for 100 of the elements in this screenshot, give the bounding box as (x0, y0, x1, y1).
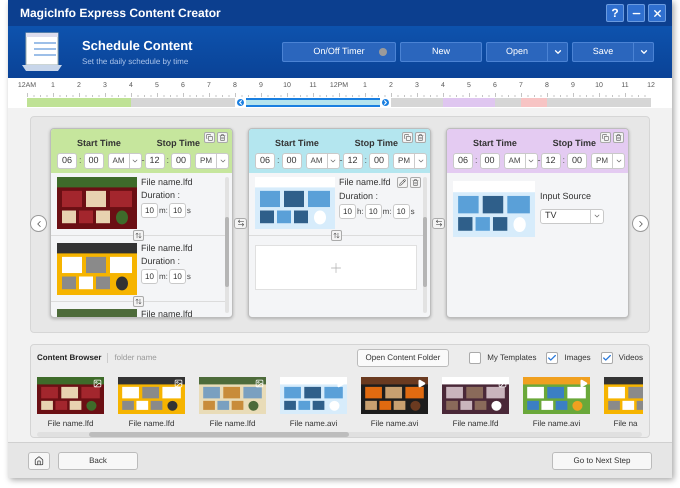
duration-field[interactable]: 10 (339, 204, 356, 219)
horizontal-scrollbar[interactable] (37, 432, 642, 437)
stop-hour-field[interactable]: 12 (342, 152, 363, 168)
previous-button[interactable] (30, 215, 47, 232)
file-name: File name.lfd (141, 177, 193, 187)
time-separator: : (364, 154, 368, 167)
swap-icon (236, 219, 244, 227)
duration-field[interactable]: 10 (392, 204, 410, 219)
menu-button[interactable]: Open (486, 42, 548, 62)
file-name: File name.lfd (141, 309, 193, 317)
copy-button[interactable] (402, 132, 413, 143)
content-browser-title: Content Browser (37, 352, 102, 364)
delete-button[interactable] (613, 132, 624, 143)
checkbox[interactable] (546, 352, 558, 364)
swap-icon (434, 219, 442, 227)
start-minute-field[interactable]: 00 (282, 152, 302, 168)
stop-hour-field[interactable]: 12 (144, 152, 165, 168)
range-handle[interactable] (380, 96, 391, 108)
stop-time-label: Stop Time (552, 137, 596, 150)
content-item[interactable]: File name.lfd Duration : 10 m: 10 s (51, 173, 225, 231)
edit-button[interactable] (397, 177, 408, 188)
range-handle[interactable] (235, 96, 246, 108)
filter-label: My Templates (487, 352, 536, 364)
ampm-dropdown[interactable]: AM (504, 152, 538, 168)
ampm-dropdown[interactable]: PM (591, 152, 626, 168)
start-hour-field[interactable]: 06 (453, 152, 473, 168)
ampm-dropdown[interactable]: AM (306, 152, 340, 168)
reorder-button[interactable] (132, 230, 144, 240)
delete-button[interactable] (415, 132, 426, 143)
time-dash: - (142, 154, 145, 167)
file-name: File name.avi (532, 418, 580, 428)
copy-button[interactable] (600, 132, 611, 143)
next-step-button[interactable]: Go to Next Step (552, 452, 652, 470)
on-off-timer-button[interactable]: On/Off Timer (282, 42, 396, 62)
scrollbar[interactable] (225, 177, 229, 313)
duration-unit: s (186, 270, 191, 282)
selected-time-slot[interactable] (246, 98, 268, 106)
dropdown-button[interactable] (634, 42, 654, 62)
schedule-icon (20, 31, 64, 73)
delete-icon (219, 134, 226, 141)
duration-label: Duration : (141, 190, 182, 200)
copy-button[interactable] (204, 132, 215, 143)
duration-field[interactable]: 10 (141, 203, 158, 218)
delete-button[interactable] (410, 177, 421, 188)
file-name: File name.lfd (48, 418, 94, 428)
close-icon (652, 8, 662, 18)
duration-field[interactable]: 10 (168, 269, 186, 284)
back-button[interactable]: Back (58, 452, 138, 470)
checkbox[interactable] (469, 352, 482, 364)
duration-unit: m: (382, 206, 392, 218)
new-button[interactable]: New (400, 42, 482, 62)
input-source-label: Input Source (540, 190, 592, 203)
minimize-button[interactable] (627, 4, 645, 22)
content-item[interactable]: File name.lfd Duration : 10 h: 10 m: 10 s (249, 173, 423, 231)
reorder-button[interactable] (330, 230, 342, 240)
window-title: MagicInfo Express Content Creator (20, 5, 222, 22)
delete-icon (417, 134, 424, 141)
file-name: File name.avi (290, 418, 338, 428)
open-content-folder-button[interactable]: Open Content Folder (356, 349, 450, 367)
next-button[interactable] (632, 215, 649, 232)
stop-minute-field[interactable]: 00 (171, 152, 192, 168)
stop-hour-field[interactable]: 12 (540, 152, 561, 168)
copy-icon (602, 134, 609, 141)
stop-minute-field[interactable]: 00 (567, 152, 588, 168)
time-separator: : (276, 154, 281, 167)
dropdown-button[interactable] (548, 42, 568, 62)
ampm-dropdown[interactable]: AM (108, 152, 142, 168)
check-icon (547, 353, 558, 363)
menu-button[interactable]: Save (572, 42, 634, 62)
duration-field[interactable]: 10 (364, 204, 382, 219)
stop-time-label: Stop Time (354, 137, 398, 150)
checkbox[interactable] (600, 352, 613, 364)
file-name: File name.lfd (339, 177, 391, 187)
start-hour-field[interactable]: 06 (57, 152, 77, 168)
input-source-dropdown[interactable]: TV (540, 208, 604, 224)
duration-field[interactable]: 10 (141, 269, 158, 284)
check-icon (602, 353, 612, 363)
ampm-dropdown[interactable]: PM (195, 152, 230, 168)
scrollbar[interactable] (423, 177, 427, 313)
swap-button[interactable] (234, 218, 247, 228)
file-name: File name.lfd (128, 418, 174, 428)
swap-button[interactable] (432, 218, 445, 228)
ampm-dropdown[interactable]: PM (393, 152, 428, 168)
start-hour-field[interactable]: 06 (255, 152, 275, 168)
duration-unit: m: (159, 204, 168, 216)
start-minute-field[interactable]: 00 (480, 152, 500, 168)
start-minute-field[interactable]: 00 (84, 152, 104, 168)
delete-icon (615, 134, 622, 141)
duration-unit: s (410, 206, 415, 218)
close-button[interactable] (648, 4, 666, 22)
delete-button[interactable] (217, 132, 228, 143)
duration-field[interactable]: 10 (168, 203, 186, 218)
content-item[interactable]: File name.lfd Duration : 10 m: 10 s (51, 239, 225, 297)
time-dash: - (538, 154, 541, 167)
home-button[interactable] (28, 452, 50, 470)
reorder-button[interactable] (132, 296, 144, 306)
selected-time-slot[interactable] (358, 98, 380, 106)
time-separator: : (78, 154, 83, 167)
stop-minute-field[interactable]: 00 (369, 152, 390, 168)
help-button[interactable]: ? (606, 4, 624, 22)
